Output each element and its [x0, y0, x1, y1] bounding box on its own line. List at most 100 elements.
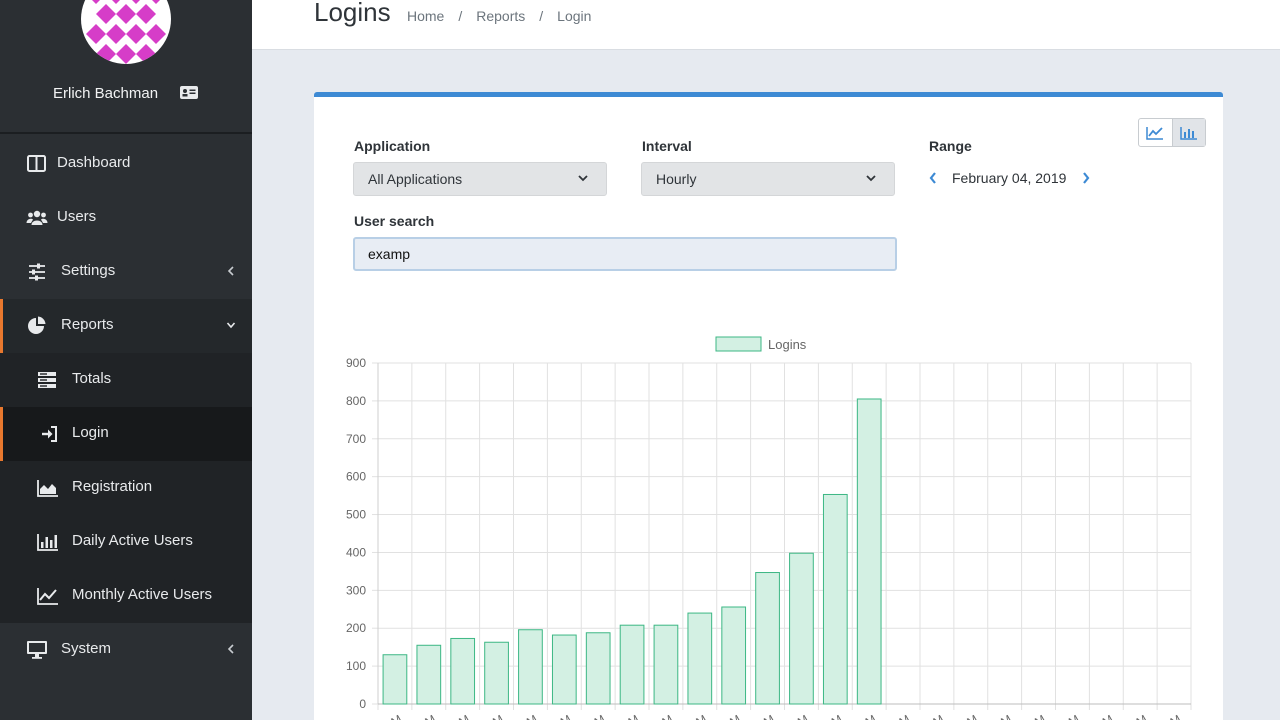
breadcrumb: Home / Reports / Login: [407, 8, 591, 24]
columns-icon: [27, 155, 46, 172]
y-tick-label: 400: [346, 545, 366, 559]
chevron-left-icon: [227, 266, 234, 276]
line-chart-toggle-button[interactable]: [1139, 119, 1172, 146]
x-tick-label: PM: [991, 712, 1014, 720]
x-tick-label: PM: [958, 712, 981, 720]
x-tick-label: AM: [585, 712, 608, 720]
logins-chart: 0 100 200 300 400 500 600 700 800 900 AM AM AM AM AM AM…: [314, 327, 1223, 720]
sidebar: Erlich Bachman Dashboard Users Settings …: [0, 0, 252, 720]
y-tick-label: 300: [346, 583, 366, 597]
chart-bar: [856, 398, 882, 705]
breadcrumb-home[interactable]: Home: [407, 8, 444, 24]
pie-chart-icon: [28, 316, 46, 334]
sign-in-icon: [42, 426, 57, 442]
application-select-value: All Applications: [368, 171, 463, 187]
sidebar-item-label: Monthly Active Users: [72, 586, 213, 603]
chevron-down-icon: [578, 175, 588, 182]
sidebar-item-login[interactable]: Login: [0, 407, 252, 461]
x-tick-label: PM: [890, 712, 913, 720]
chart-bar: [721, 606, 747, 705]
sidebar-item-totals[interactable]: Totals: [0, 353, 252, 407]
avatar[interactable]: [81, 0, 171, 64]
area-chart-icon: [37, 480, 58, 497]
y-tick-label: 0: [359, 697, 366, 711]
sidebar-item-label: Dashboard: [57, 154, 131, 171]
x-tick-label: PM: [822, 712, 845, 720]
range-date: February 04, 2019: [952, 170, 1067, 186]
interval-select-value: Hourly: [656, 171, 697, 187]
x-tick-label: PM: [1127, 712, 1150, 720]
legend-swatch: [715, 336, 762, 352]
user-search-input[interactable]: [353, 237, 897, 271]
chart-type-toggle: [1138, 118, 1206, 147]
chevron-down-icon: [226, 322, 236, 329]
y-tick-label: 500: [346, 508, 366, 522]
sidebar-item-users[interactable]: Users: [0, 191, 252, 245]
chart-bar: [551, 634, 577, 705]
legend-label: Logins: [768, 337, 807, 352]
line-chart-icon: [37, 588, 58, 605]
x-tick-label: PM: [1025, 712, 1048, 720]
chart-bar: [687, 612, 713, 705]
chart-svg: 0 100 200 300 400 500 600 700 800 900 AM AM AM AM AM AM…: [346, 336, 1192, 720]
y-tick-label: 100: [346, 659, 366, 673]
line-chart-icon: [1146, 126, 1164, 140]
x-tick-label: AM: [483, 712, 506, 720]
x-tick-label: AM: [517, 712, 540, 720]
sliders-icon: [29, 263, 45, 281]
bar-chart-toggle-button[interactable]: [1171, 119, 1205, 146]
sidebar-item-label: Daily Active Users: [72, 532, 193, 549]
x-tick-label: AM: [449, 712, 472, 720]
sidebar-item-system[interactable]: System: [0, 623, 252, 677]
x-tick-label: PM: [924, 712, 947, 720]
breadcrumb-reports[interactable]: Reports: [476, 8, 525, 24]
x-tick-label: PM: [1059, 712, 1082, 720]
user-search-label: User search: [354, 213, 435, 229]
chart-bar: [484, 641, 509, 705]
chart-bar: [416, 644, 442, 705]
sidebar-item-reports[interactable]: Reports: [0, 299, 252, 353]
interval-select[interactable]: Hourly: [641, 162, 895, 196]
x-tick-label: PM: [856, 712, 879, 720]
page-header: Logins Home / Reports / Login: [252, 0, 1280, 50]
y-tick-label: 600: [346, 470, 366, 484]
sidebar-item-label: Login: [72, 424, 109, 441]
sidebar-item-label: Users: [57, 208, 97, 225]
sidebar-item-monthly-active-users[interactable]: Monthly Active Users: [0, 569, 252, 623]
user-name: Erlich Bachman: [53, 85, 159, 102]
x-tick-label: AM: [653, 712, 676, 720]
chart-bar: [585, 632, 611, 705]
y-tick-label: 800: [346, 394, 366, 408]
x-tick-label: AM: [754, 712, 777, 720]
x-tick-label: AM: [687, 712, 710, 720]
breadcrumb-separator: /: [539, 8, 544, 24]
sidebar-item-dashboard[interactable]: Dashboard: [0, 137, 252, 191]
server-icon: [38, 372, 56, 388]
breadcrumb-login: Login: [557, 8, 592, 24]
profile-section: Erlich Bachman: [0, 0, 252, 134]
chart-bar: [382, 654, 408, 705]
x-tick-label: PM: [1161, 712, 1184, 720]
bar-chart-icon: [1180, 126, 1197, 140]
sidebar-item-label: System: [61, 640, 112, 657]
chart-bar: [755, 572, 780, 705]
chevron-right-icon[interactable]: [1081, 171, 1091, 185]
sidebar-item-settings[interactable]: Settings: [0, 245, 252, 299]
range-label: Range: [929, 138, 972, 154]
chart-bar: [789, 552, 814, 705]
sidebar-item-daily-active-users[interactable]: Daily Active Users: [0, 515, 252, 569]
users-icon: [26, 210, 48, 225]
sidebar-item-label: Settings: [61, 262, 116, 279]
chevron-left-icon: [227, 644, 234, 654]
sidebar-item-registration[interactable]: Registration: [0, 461, 252, 515]
x-tick-label: AM: [382, 712, 405, 720]
application-label: Application: [354, 138, 431, 154]
x-tick-label: AM: [551, 712, 574, 720]
y-tick-label: 900: [346, 356, 366, 370]
application-select[interactable]: All Applications: [353, 162, 607, 196]
chevron-left-icon[interactable]: [928, 171, 938, 185]
id-card-icon[interactable]: [180, 86, 198, 99]
sidebar-item-label: Reports: [61, 316, 114, 333]
chevron-down-icon: [866, 175, 876, 182]
x-tick-label: PM: [788, 712, 811, 720]
